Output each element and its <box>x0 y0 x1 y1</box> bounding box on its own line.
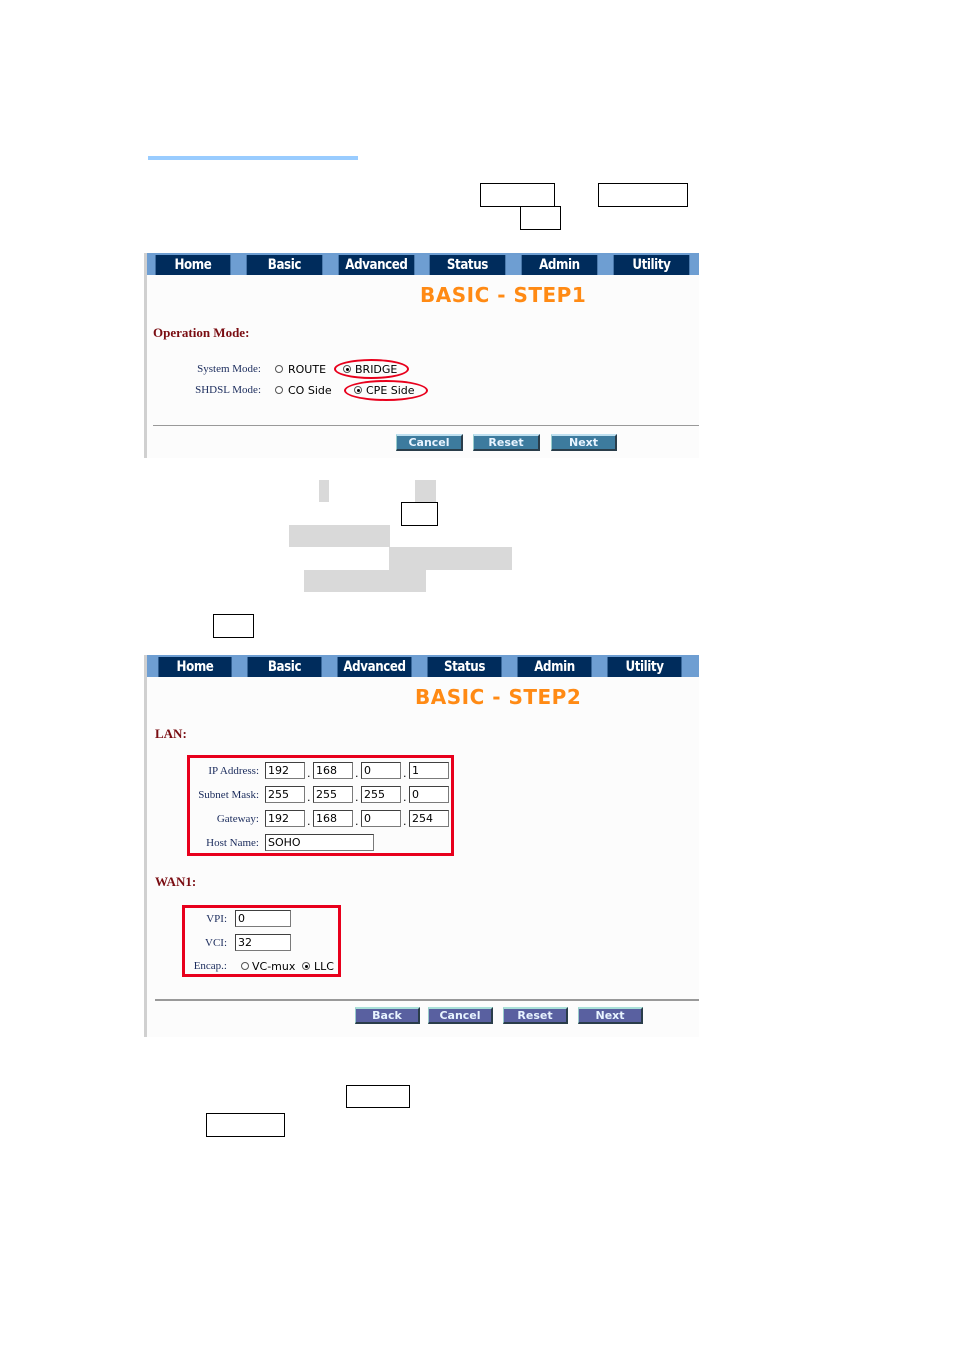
nav-tab-home[interactable]: Home <box>158 657 232 677</box>
shdsl-mode-label: SHDSL Mode: <box>195 384 261 396</box>
gateway-label: Gateway: <box>216 813 259 825</box>
blank-keyword-box <box>346 1085 410 1108</box>
system-mode-label: System Mode: <box>197 363 261 375</box>
nav-tab-admin[interactable]: Admin <box>517 657 592 677</box>
operation-mode-heading: Operation Mode: <box>153 325 250 340</box>
dot-separator: . <box>403 791 407 804</box>
dot-separator: . <box>403 815 407 828</box>
dot-separator: . <box>355 815 359 828</box>
blank-keyword-box <box>401 502 438 526</box>
nav-tab-basic[interactable]: Basic <box>247 657 322 677</box>
blank-keyword-box <box>206 1113 285 1137</box>
nav-tab-utility[interactable]: Utility <box>613 255 690 275</box>
gateway-octet-3[interactable]: 0 <box>361 810 401 827</box>
radio-vc-mux[interactable] <box>241 962 249 970</box>
redacted-text <box>304 570 426 592</box>
redacted-text <box>319 480 329 502</box>
mask-octet-3[interactable]: 255 <box>361 786 401 803</box>
nav-tab-admin[interactable]: Admin <box>521 255 598 275</box>
blank-keyword-box <box>598 183 688 207</box>
radio-route-label: ROUTE <box>288 363 327 376</box>
dot-separator: . <box>403 767 407 780</box>
next-button[interactable]: Next <box>578 1007 643 1024</box>
vpi-label: VPI: <box>206 913 227 925</box>
page-title: BASIC - STEP1 <box>420 283 587 307</box>
wan1-heading: WAN1: <box>155 874 197 889</box>
host-name-label: Host Name: <box>206 837 259 849</box>
nav-tab-basic[interactable]: Basic <box>246 255 322 275</box>
nav-tab-status[interactable]: Status <box>427 657 502 677</box>
section-heading-rule <box>148 156 358 160</box>
divider <box>155 999 699 1001</box>
redacted-text <box>289 525 390 547</box>
radio-vc-mux-label: VC-mux <box>252 960 296 973</box>
dot-separator: . <box>307 815 311 828</box>
radio-co-side[interactable] <box>275 386 283 394</box>
blank-keyword-box <box>480 183 555 207</box>
nav-tab-advanced[interactable]: Advanced <box>338 255 414 275</box>
radio-route[interactable] <box>275 365 283 373</box>
reset-button[interactable]: Reset <box>473 434 540 451</box>
reset-button[interactable]: Reset <box>503 1007 568 1024</box>
dot-separator: . <box>307 767 311 780</box>
next-button[interactable]: Next <box>551 434 617 451</box>
radio-llc[interactable] <box>302 962 310 970</box>
dot-separator: . <box>355 791 359 804</box>
ip-octet-2[interactable]: 168 <box>313 762 353 779</box>
encap-label: Encap.: <box>193 960 227 972</box>
nav-tab-utility[interactable]: Utility <box>607 657 682 677</box>
subnet-mask-label: Subnet Mask: <box>198 789 259 801</box>
radio-co-side-label: CO Side <box>288 384 332 397</box>
main-nav: Home Basic Advanced Status Admin Utility <box>147 655 699 677</box>
host-name-input[interactable]: SOHO <box>265 834 374 851</box>
blank-keyword-box <box>520 206 561 230</box>
nav-tab-status[interactable]: Status <box>430 255 506 275</box>
cancel-button[interactable]: Cancel <box>396 434 463 451</box>
cancel-button[interactable]: Cancel <box>428 1007 493 1024</box>
highlight-cpe-side <box>344 380 428 401</box>
mask-octet-4[interactable]: 0 <box>409 786 449 803</box>
page-title: BASIC - STEP2 <box>415 685 582 709</box>
basic-step2-screenshot: Home Basic Advanced Status Admin Utility… <box>144 655 699 1037</box>
basic-step1-screenshot: Home Basic Advanced Status Admin Utility… <box>144 253 699 458</box>
vci-input[interactable]: 32 <box>235 934 291 951</box>
redacted-text <box>415 480 436 502</box>
back-button[interactable]: Back <box>355 1007 420 1024</box>
divider <box>153 425 699 426</box>
ip-octet-3[interactable]: 0 <box>361 762 401 779</box>
main-nav: Home Basic Advanced Status Admin Utility <box>147 253 699 275</box>
vpi-input[interactable]: 0 <box>235 910 291 927</box>
ip-octet-4[interactable]: 1 <box>409 762 449 779</box>
gateway-octet-1[interactable]: 192 <box>265 810 305 827</box>
lan-heading: LAN: <box>155 726 187 741</box>
dot-separator: . <box>355 767 359 780</box>
nav-tab-advanced[interactable]: Advanced <box>337 657 412 677</box>
nav-tab-home[interactable]: Home <box>155 255 231 275</box>
radio-llc-label: LLC <box>314 960 334 973</box>
gateway-octet-4[interactable]: 254 <box>409 810 449 827</box>
gateway-octet-2[interactable]: 168 <box>313 810 353 827</box>
ip-address-label: IP Address: <box>208 765 259 777</box>
dot-separator: . <box>307 791 311 804</box>
vci-label: VCI: <box>205 937 227 949</box>
redacted-text <box>389 547 512 570</box>
mask-octet-1[interactable]: 255 <box>265 786 305 803</box>
mask-octet-2[interactable]: 255 <box>313 786 353 803</box>
ip-octet-1[interactable]: 192 <box>265 762 305 779</box>
highlight-bridge <box>334 359 409 379</box>
blank-keyword-box <box>213 614 254 638</box>
